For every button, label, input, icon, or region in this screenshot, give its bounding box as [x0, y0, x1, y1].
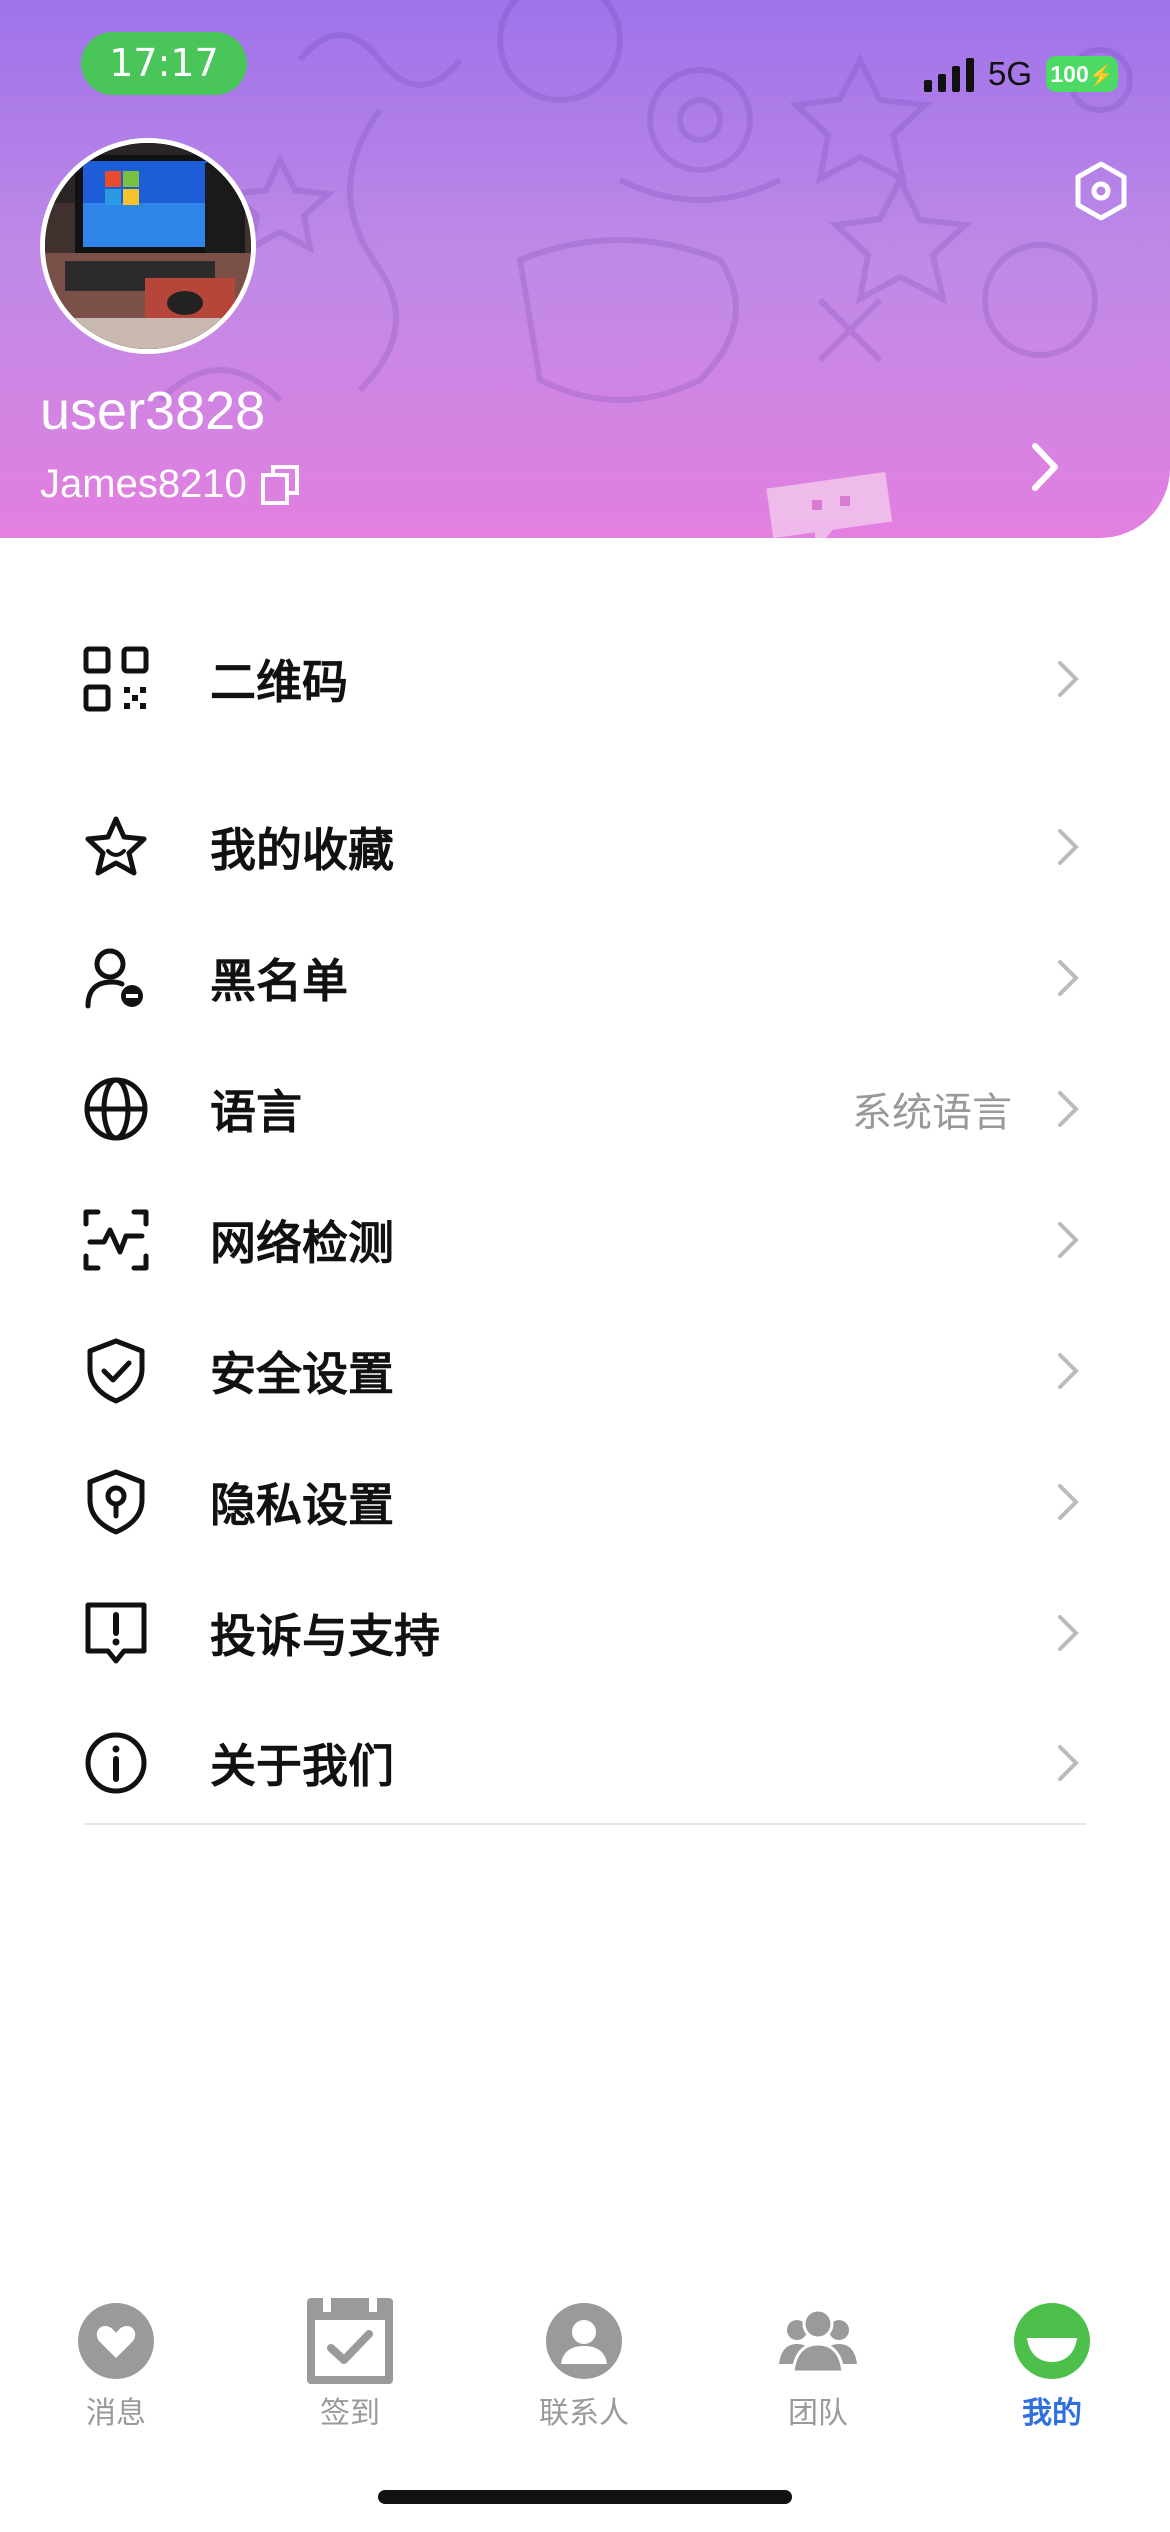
menu-item-network-check[interactable]: 网络检测: [0, 1175, 1170, 1305]
status-bar-time: 17:17: [81, 32, 247, 95]
avatar-photo: [45, 143, 251, 349]
chevron-right-icon: [1058, 661, 1079, 697]
chevron-right-icon: [1058, 1222, 1079, 1258]
account-id-row: James8210: [40, 462, 303, 507]
home-indicator[interactable]: [378, 2490, 792, 2504]
account-id: James8210: [40, 462, 247, 506]
chevron-right-icon: [1058, 1091, 1079, 1127]
menu-item-blacklist[interactable]: 黑名单: [0, 913, 1170, 1043]
menu-item-privacy[interactable]: 隐私设置: [0, 1437, 1170, 1567]
copy-icon[interactable]: [259, 463, 303, 507]
person-icon: [546, 2303, 622, 2379]
network-type: 5G: [987, 55, 1032, 92]
menu-item-label: 二维码: [210, 655, 348, 709]
battery-icon: 100⚡: [1046, 56, 1118, 92]
menu-item-language[interactable]: 语言 系统语言: [0, 1044, 1170, 1174]
avatar[interactable]: [40, 138, 256, 354]
info-icon: [85, 1732, 147, 1794]
calendar-check-icon: [307, 2298, 393, 2384]
tab-team[interactable]: 团队: [728, 2270, 908, 2431]
tab-label: 消息: [86, 2396, 146, 2431]
chevron-right-icon: [1058, 1745, 1079, 1781]
menu-item-qrcode[interactable]: 二维码: [0, 614, 1170, 744]
profile-header: 17:17 5G 100⚡ user3828 James8210: [0, 0, 1170, 538]
profile-detail-chevron-icon[interactable]: [1025, 440, 1065, 494]
language-value: 系统语言: [852, 1090, 1012, 1136]
menu-divider: [84, 1823, 1086, 1825]
user-block-icon: [85, 948, 143, 1009]
menu-item-favorites[interactable]: 我的收藏: [0, 782, 1170, 912]
privacy-shield-icon: [87, 1469, 145, 1535]
battery-level: 100: [1050, 61, 1089, 87]
signal-strength-icon: [923, 56, 974, 92]
tab-label: 联系人: [539, 2396, 629, 2431]
chevron-right-icon: [1058, 1615, 1079, 1651]
menu-item-label: 隐私设置: [210, 1478, 394, 1532]
menu-item-label: 关于我们: [210, 1739, 394, 1793]
chevron-right-icon: [1058, 829, 1079, 865]
username: user3828: [40, 381, 266, 441]
qr-code-icon: [83, 646, 149, 712]
chat-bubble-decoration-icon: [766, 471, 893, 538]
tab-checkin[interactable]: 签到: [260, 2270, 440, 2431]
tab-me[interactable]: 我的: [962, 2270, 1142, 2431]
bottom-tab-bar: 消息 签到 联系人 团队 我的: [0, 2270, 1170, 2431]
chevron-right-icon: [1058, 1353, 1079, 1389]
shield-check-icon: [87, 1338, 145, 1404]
menu-item-label: 我的收藏: [210, 823, 394, 877]
tab-label: 签到: [320, 2396, 380, 2431]
heart-chat-icon: [78, 2303, 154, 2379]
star-icon: [85, 816, 147, 876]
status-bar-indicators: 5G 100⚡: [923, 52, 1118, 96]
tab-label: 我的: [1022, 2396, 1082, 2431]
tab-label: 团队: [788, 2396, 848, 2431]
tab-messages[interactable]: 消息: [26, 2270, 206, 2431]
globe-icon: [84, 1077, 148, 1141]
menu-item-complaint[interactable]: 投诉与支持: [0, 1568, 1170, 1698]
menu-item-label: 语言: [210, 1085, 302, 1139]
settings-hexagon-icon[interactable]: [1070, 160, 1132, 222]
menu-item-label: 黑名单: [210, 954, 348, 1008]
menu-item-about[interactable]: 关于我们: [0, 1698, 1170, 1828]
menu-item-label: 网络检测: [210, 1216, 394, 1270]
menu-item-security[interactable]: 安全设置: [0, 1306, 1170, 1436]
report-icon: [85, 1602, 147, 1664]
network-check-icon: [83, 1209, 149, 1271]
chevron-right-icon: [1058, 1484, 1079, 1520]
menu-item-label: 安全设置: [210, 1347, 394, 1401]
menu-item-label: 投诉与支持: [210, 1609, 440, 1663]
smile-icon: [1014, 2303, 1090, 2379]
tab-contacts[interactable]: 联系人: [494, 2270, 674, 2431]
group-icon: [779, 2308, 857, 2374]
chevron-right-icon: [1058, 960, 1079, 996]
